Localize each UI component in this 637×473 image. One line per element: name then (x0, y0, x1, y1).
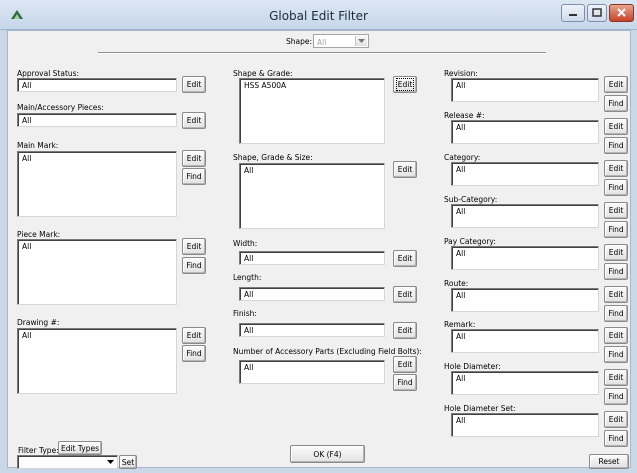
main-mark-list[interactable]: All (17, 151, 177, 217)
dropdown-arrow-icon (355, 36, 367, 46)
filter-type-label: Filter Type: (18, 446, 59, 455)
hole-diameter-label: Hole Diameter: (444, 362, 501, 371)
shape-grade-label: Shape & Grade: (233, 69, 293, 78)
pay-category-label: Pay Category: (444, 237, 496, 246)
hole-diameter-set-find-button[interactable]: Find (604, 430, 628, 447)
width-field[interactable]: All (239, 251, 385, 265)
revision-list[interactable]: All (451, 78, 599, 102)
main-accessory-field[interactable]: All (17, 113, 177, 127)
revision-label: Revision: (444, 69, 478, 78)
length-edit-button[interactable]: Edit (393, 286, 417, 303)
route-edit-button[interactable]: Edit (604, 286, 628, 303)
width-label: Width: (233, 239, 258, 248)
sub-category-find-button[interactable]: Find (604, 221, 628, 238)
shape-grade-size-edit-button[interactable]: Edit (393, 161, 417, 178)
shape-grade-edit-button[interactable]: Edit (393, 76, 417, 93)
reset-button[interactable]: Reset (589, 454, 629, 469)
finish-label: Finish: (233, 309, 257, 318)
remark-label: Remark: (444, 320, 476, 329)
drawing-list[interactable]: All (17, 328, 177, 394)
category-edit-button[interactable]: Edit (604, 160, 628, 177)
maximize-icon (592, 8, 602, 17)
hole-diameter-list[interactable]: All (451, 371, 599, 395)
edit-types-button[interactable]: Edit Types (58, 441, 102, 455)
revision-find-button[interactable]: Find (604, 95, 628, 112)
shape-value: All (317, 38, 327, 47)
shape-grade-size-list[interactable]: All (239, 163, 385, 229)
pay-category-edit-button[interactable]: Edit (604, 244, 628, 261)
remark-edit-button[interactable]: Edit (604, 327, 628, 344)
pay-category-find-button[interactable]: Find (604, 263, 628, 280)
finish-edit-button[interactable]: Edit (393, 322, 417, 339)
shape-combo[interactable]: All (313, 34, 369, 48)
hole-diameter-set-edit-button[interactable]: Edit (604, 411, 628, 428)
separator (98, 52, 546, 54)
release-edit-button[interactable]: Edit (604, 118, 628, 135)
hole-diameter-set-label: Hole Diameter Set: (444, 404, 516, 413)
minimize-icon (569, 14, 577, 16)
filter-type-select[interactable] (17, 455, 118, 469)
finish-field[interactable]: All (239, 323, 385, 337)
hole-diameter-set-list[interactable]: All (451, 413, 599, 437)
maximize-button[interactable] (587, 4, 607, 22)
approval-status-label: Approval Status: (17, 69, 80, 78)
piece-mark-label: Piece Mark: (17, 230, 61, 239)
release-list[interactable]: All (451, 120, 599, 144)
minimize-button[interactable] (561, 4, 585, 22)
width-edit-button[interactable]: Edit (393, 250, 417, 267)
global-edit-filter-window: Global Edit Filter Shape: All Approval S… (0, 0, 637, 473)
set-button[interactable]: Set (119, 455, 137, 469)
approval-status-edit-button[interactable]: Edit (182, 76, 206, 93)
drawing-find-button[interactable]: Find (182, 345, 206, 362)
main-mark-edit-button[interactable]: Edit (182, 150, 206, 167)
pay-category-list[interactable]: All (451, 246, 599, 270)
filter-form: Shape: All Approval Status: All Edit Mai… (7, 30, 631, 469)
close-icon (617, 8, 626, 17)
accessory-parts-edit-button[interactable]: Edit (393, 356, 417, 373)
hole-diameter-find-button[interactable]: Find (604, 388, 628, 405)
title-bar[interactable]: Global Edit Filter (0, 0, 637, 30)
piece-mark-edit-button[interactable]: Edit (182, 238, 206, 255)
category-label: Category: (444, 153, 481, 162)
route-list[interactable]: All (451, 288, 599, 312)
category-find-button[interactable]: Find (604, 179, 628, 196)
main-accessory-edit-button[interactable]: Edit (182, 112, 206, 129)
shape-label: Shape: (286, 37, 313, 46)
release-find-button[interactable]: Find (604, 137, 628, 154)
drawing-label: Drawing #: (17, 318, 60, 327)
shape-grade-list[interactable]: HSS A500A (239, 78, 385, 144)
close-button[interactable] (609, 4, 634, 22)
ok-button[interactable]: OK (F4) (290, 445, 365, 463)
category-list[interactable]: All (451, 162, 599, 186)
sub-category-list[interactable]: All (451, 204, 599, 228)
main-mark-label: Main Mark: (17, 141, 59, 150)
accessory-parts-find-button[interactable]: Find (393, 374, 417, 391)
accessory-parts-label: Number of Accessory Parts (Excluding Fie… (233, 347, 422, 356)
remark-list[interactable]: All (451, 329, 599, 353)
revision-edit-button[interactable]: Edit (604, 76, 628, 93)
main-accessory-label: Main/Accessory Pieces: (17, 103, 104, 112)
shape-grade-size-label: Shape, Grade & Size: (233, 153, 313, 162)
hole-diameter-edit-button[interactable]: Edit (604, 369, 628, 386)
length-label: Length: (233, 273, 262, 282)
window-title: Global Edit Filter (269, 9, 368, 23)
sub-category-label: Sub-Category: (444, 195, 498, 204)
main-mark-find-button[interactable]: Find (182, 168, 206, 185)
length-field[interactable]: All (239, 287, 385, 301)
route-label: Route: (444, 279, 469, 288)
dropdown-arrow-icon (107, 460, 114, 464)
release-label: Release #: (444, 111, 485, 120)
drawing-edit-button[interactable]: Edit (182, 327, 206, 344)
accessory-parts-list[interactable]: All (239, 360, 385, 384)
approval-status-field[interactable]: All (17, 78, 177, 92)
piece-mark-list[interactable]: All (17, 239, 177, 305)
sub-category-edit-button[interactable]: Edit (604, 202, 628, 219)
piece-mark-find-button[interactable]: Find (182, 257, 206, 274)
route-find-button[interactable]: Find (604, 305, 628, 322)
remark-find-button[interactable]: Find (604, 346, 628, 363)
